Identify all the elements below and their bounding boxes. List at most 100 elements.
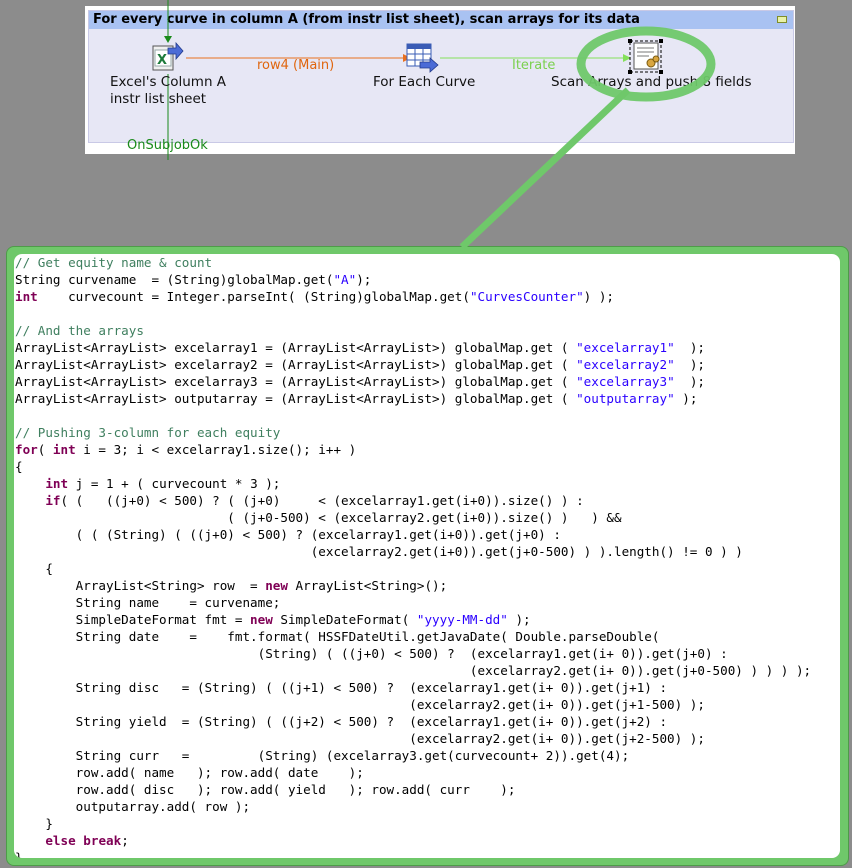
code-token: "excelarray3": [576, 374, 675, 389]
code-token: int: [52, 442, 76, 457]
code-token: (excelarray2.get(i+0)).get(j+0-500) ) ).…: [15, 544, 743, 559]
code-token: SimpleDateFormat fmt =: [15, 612, 251, 627]
code-token: ArrayList<ArrayList> outputarray = (Arra…: [15, 391, 577, 406]
code-token: String date = fmt.format( HSSFDateUtil.g…: [15, 629, 660, 644]
code-line: int j = 1 + ( curvecount * 3 );: [15, 476, 280, 491]
code-line: String disc = (String) ( ((j+1) < 500) ?…: [15, 680, 667, 695]
code-token: j = 1 + ( curvecount * 3 );: [68, 476, 281, 491]
code-token: int: [45, 476, 69, 491]
code-line: (excelarray2.get(i+0)).get(j+0-500) ) ).…: [15, 544, 743, 559]
code-line: String date = fmt.format( HSSFDateUtil.g…: [15, 629, 660, 644]
code-line: else break;: [15, 833, 129, 848]
code-token: );: [507, 612, 531, 627]
code-line: String name = curvename;: [15, 595, 281, 610]
code-line: ArrayList<ArrayList> excelarray3 = (Arra…: [15, 374, 705, 389]
code-line: ArrayList<String> row = new ArrayList<St…: [15, 578, 448, 593]
code-token: int: [15, 289, 38, 304]
highlight-overlay: [459, 26, 716, 250]
code-line: if( ( ((j+0) < 500) ? ( (j+0) < (excelar…: [15, 493, 584, 508]
code-line: row.add( disc ); row.add( yield ); row.a…: [15, 782, 516, 797]
code-token: row.add( disc ); row.add( yield ); row.a…: [15, 782, 516, 797]
code-token: "outputarray": [576, 391, 675, 406]
code-line: int curvecount = Integer.parseInt( (Stri…: [15, 289, 614, 304]
code-line: }: [15, 816, 53, 831]
code-token: ArrayList<ArrayList> excelarray3 = (Arra…: [15, 374, 577, 389]
code-line: {: [15, 561, 53, 576]
code-line: ( (j+0-500) < (excelarray2.get(i+0)).siz…: [15, 510, 622, 525]
code-token: "CurvesCounter": [469, 289, 584, 304]
code-token: "excelarray1": [576, 340, 675, 355]
code-line: ArrayList<ArrayList> excelarray1 = (Arra…: [15, 340, 705, 355]
code-line: (excelarray2.get(i+ 0)).get(j+1-500) );: [15, 697, 705, 712]
code-line: (String) ( ((j+0) < 500) ? (excelarray1.…: [15, 646, 728, 661]
code-token: String curvename = (String)globalMap.get…: [15, 272, 334, 287]
code-token: ArrayList<String> row =: [15, 578, 266, 593]
code-token: else: [45, 833, 76, 848]
code-line: outputarray.add( row );: [15, 799, 250, 814]
code-token: "yyyy-MM-dd": [416, 612, 508, 627]
code-token: "excelarray2": [576, 357, 675, 372]
code-token: );: [674, 340, 705, 355]
code-token: ( (j+0-500) < (excelarray2.get(i+0)).siz…: [15, 510, 622, 525]
code-token: new: [250, 612, 273, 627]
code-line: }: [15, 850, 23, 858]
code-token: for: [15, 442, 38, 457]
code-token: if: [45, 493, 61, 508]
code-line: // Pushing 3-column for each equity: [15, 425, 280, 440]
java-code-block[interactable]: // Get equity name & count String curven…: [15, 254, 811, 858]
code-token: }: [15, 850, 23, 858]
code-token: ;: [121, 833, 129, 848]
code-token: SimpleDateFormat(: [272, 612, 417, 627]
code-token: row.add( name ); row.add( date );: [15, 765, 364, 780]
code-token: (excelarray2.get(i+ 0)).get(j+2-500) );: [15, 731, 705, 746]
code-line: // And the arrays: [15, 323, 144, 338]
code-line: (excelarray2.get(i+ 0)).get(j+2-500) );: [15, 731, 705, 746]
code-callout-frame: // Get equity name & count String curven…: [6, 246, 849, 866]
code-token: curvecount = Integer.parseInt( (String)g…: [37, 289, 470, 304]
code-token: ( ( ((j+0) < 500) ? ( (j+0) < (excelarra…: [60, 493, 584, 508]
code-token: outputarray.add( row );: [15, 799, 251, 814]
code-token: // And the arrays: [15, 323, 144, 338]
code-token: (: [37, 442, 53, 457]
code-token: (excelarray2.get(i+ 0)).get(j+1-500) );: [15, 697, 705, 712]
code-line: for( int i = 3; i < excelarray1.size(); …: [15, 442, 356, 457]
code-token: String curr = (String) (excelarray3.get(…: [15, 748, 630, 763]
code-token: ArrayList<ArrayList> excelarray1 = (Arra…: [15, 340, 577, 355]
code-panel[interactable]: // Get equity name & count String curven…: [14, 254, 840, 858]
code-token: ( ( (String) ( ((j+0) < 500) ? (excelarr…: [15, 527, 561, 542]
code-token: );: [356, 272, 372, 287]
code-line: row.add( name ); row.add( date );: [15, 765, 364, 780]
code-token: {: [15, 561, 53, 576]
code-line: {: [15, 459, 23, 474]
code-token: (String) ( ((j+0) < 500) ? (excelarray1.…: [15, 646, 728, 661]
code-token: );: [674, 374, 705, 389]
code-token: new: [265, 578, 288, 593]
code-token: }: [15, 816, 53, 831]
code-line: String yield = (String) ( ((j+2) < 500) …: [15, 714, 667, 729]
highlight-ellipse: [576, 26, 716, 102]
code-token: break: [83, 833, 122, 848]
code-token: i = 3; i < excelarray1.size(); i++ ): [75, 442, 357, 457]
code-line: (excelarray2.get(i+ 0)).get(j+0-500) ) )…: [15, 663, 811, 678]
code-line: ArrayList<ArrayList> outputarray = (Arra…: [15, 391, 697, 406]
code-token: ArrayList<String>();: [287, 578, 448, 593]
code-token: String disc = (String) ( ((j+1) < 500) ?…: [15, 680, 668, 695]
code-line: ( ( (String) ( ((j+0) < 500) ? (excelarr…: [15, 527, 561, 542]
code-token: ArrayList<ArrayList> excelarray2 = (Arra…: [15, 357, 577, 372]
code-token: );: [674, 391, 698, 406]
code-token: (excelarray2.get(i+ 0)).get(j+0-500) ) )…: [15, 663, 812, 678]
code-token: String name = curvename;: [15, 595, 281, 610]
code-line: ArrayList<ArrayList> excelarray2 = (Arra…: [15, 357, 705, 372]
code-token: // Pushing 3-column for each equity: [15, 425, 281, 440]
code-token: );: [674, 357, 705, 372]
code-line: String curr = (String) (excelarray3.get(…: [15, 748, 630, 763]
callout-connector: [459, 87, 631, 250]
code-token: {: [15, 459, 23, 474]
code-token: ) );: [583, 289, 615, 304]
code-line: String curvename = (String)globalMap.get…: [15, 272, 371, 287]
code-token: "A": [333, 272, 357, 287]
code-token: String yield = (String) ( ((j+2) < 500) …: [15, 714, 668, 729]
